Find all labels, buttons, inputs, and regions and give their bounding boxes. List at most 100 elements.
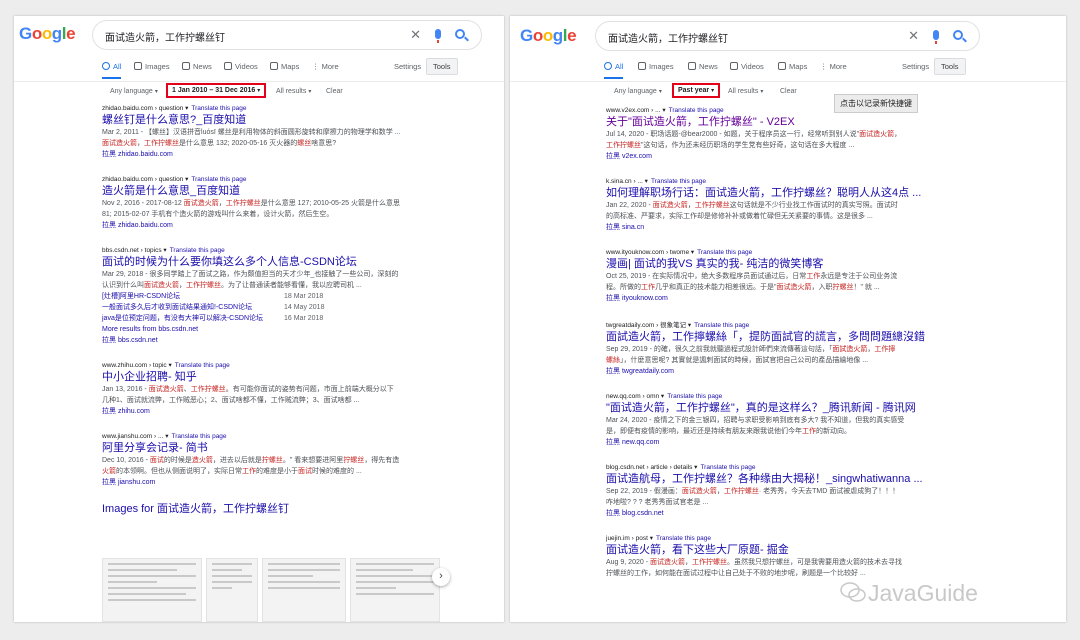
image-thumbnail[interactable] xyxy=(262,558,346,622)
block-site-link[interactable]: 拉黑 sina.cn xyxy=(606,222,946,233)
tools-button[interactable]: Tools xyxy=(426,58,458,75)
google-logo[interactable]: Google xyxy=(19,24,76,44)
sitelink[interactable]: [灶槽]阿里HR-CSDN论坛 xyxy=(102,293,180,300)
result-title[interactable]: 如何理解职场行话：面试造火箭，工作拧螺丝？聪明人从这4点 ... xyxy=(606,185,946,201)
clear-filters-link[interactable]: Clear xyxy=(780,88,797,95)
clear-filters-link[interactable]: Clear xyxy=(326,88,343,95)
more-results-link[interactable]: More results from bbs.csdn.net xyxy=(102,324,462,335)
sitelink[interactable]: 一般面试多久后才收到面试结果通知!-CSDN论坛 xyxy=(102,304,252,311)
result-title[interactable]: 面试造火箭，看下这些大厂原题- 掘金 xyxy=(606,542,946,558)
next-images-button[interactable]: › xyxy=(432,568,450,586)
tab-all[interactable]: All xyxy=(102,62,122,79)
dropdown-caret-icon[interactable]: ▾ xyxy=(686,322,691,329)
language-filter[interactable]: Any language ▾ xyxy=(110,88,158,95)
dropdown-caret-icon[interactable]: ▾ xyxy=(167,362,171,369)
results-filter[interactable]: All results ▾ xyxy=(728,88,763,95)
result-title[interactable]: 关于"面试造火箭，工作拧螺丝" - V2EX xyxy=(606,114,946,130)
image-thumbnail[interactable] xyxy=(206,558,258,622)
translate-link[interactable]: Translate this page xyxy=(697,249,752,256)
search-box[interactable]: 面试造火箭，工作拧螺丝钉 ✕ xyxy=(595,21,980,51)
image-thumbnail[interactable] xyxy=(102,558,202,622)
result-title[interactable]: 阿里分享会记录- 简书 xyxy=(102,440,462,456)
block-site-link[interactable]: 拉黑 zhihu.com xyxy=(102,406,462,417)
block-site-link[interactable]: 拉黑 ityouknow.com xyxy=(606,293,946,304)
block-site-link[interactable]: 拉黑 zhidao.baidu.com xyxy=(102,220,462,231)
google-logo[interactable]: Google xyxy=(520,26,577,46)
search-input[interactable]: 面试造火箭，工作拧螺丝钉 xyxy=(608,30,728,45)
tab-maps[interactable]: Maps xyxy=(270,62,299,71)
block-site-link[interactable]: 拉黑 zhidao.baidu.com xyxy=(102,149,462,160)
tab-all[interactable]: All xyxy=(604,62,624,79)
result-title[interactable]: "面试造火箭，工作拧螺丝"，真的是这样么？_腾讯新闻 - 腾讯网 xyxy=(606,400,946,416)
search-icon[interactable] xyxy=(455,29,465,39)
tab-news[interactable]: News xyxy=(688,62,718,71)
tab-images[interactable]: Images xyxy=(638,62,674,71)
right-screenshot-panel: Google 面试造火箭，工作拧螺丝钉 ✕ All Images News Vi… xyxy=(510,16,1066,622)
dropdown-caret-icon[interactable]: ▾ xyxy=(648,535,653,542)
translate-link[interactable]: Translate this page xyxy=(651,178,706,185)
snippet-text: 。虽然我只想拧螺丝，可是我需要用造火箭的技术去寻找 xyxy=(726,559,902,566)
block-site-link[interactable]: 拉黑 jianshu.com xyxy=(102,477,462,488)
block-site-link[interactable]: 拉黑 blog.csdn.net xyxy=(606,508,946,519)
block-site-link[interactable]: 拉黑 new.qq.com xyxy=(606,437,946,448)
translate-link[interactable]: Translate this page xyxy=(191,105,246,112)
translate-link[interactable]: Translate this page xyxy=(170,247,225,254)
dropdown-caret-icon[interactable]: ▾ xyxy=(689,249,694,256)
images-section-title[interactable]: Images for 面试造火箭，工作拧螺丝钉 xyxy=(102,500,462,516)
dropdown-caret-icon[interactable]: ▾ xyxy=(162,247,166,254)
time-range-filter[interactable]: Past year ▾ xyxy=(672,83,721,98)
result-title[interactable]: 螺丝钉是什么意思?_百度知道 xyxy=(102,112,462,128)
clear-search-icon[interactable]: ✕ xyxy=(908,28,919,44)
tab-more[interactable]: ⋮ More xyxy=(820,62,847,71)
snippet-text: 咋地啦? ? ? 老秀秀面试官老是 ... xyxy=(606,498,709,506)
search-icon[interactable] xyxy=(953,30,963,40)
language-filter[interactable]: Any language ▾ xyxy=(614,88,662,95)
tab-news[interactable]: News xyxy=(182,62,212,71)
snippet-text: 」，什麼意思呢? 其實就是諷刺面試的時候，面試官把自己公司的產品描繪地像 ... xyxy=(620,356,869,364)
result-title[interactable]: 面试的时候为什么要你填这么多个人信息-CSDN论坛 xyxy=(102,254,462,270)
tab-videos[interactable]: Videos xyxy=(224,62,258,71)
microphone-icon[interactable] xyxy=(933,30,939,44)
settings-link[interactable]: Settings xyxy=(902,62,929,71)
tools-button[interactable]: Tools xyxy=(934,58,966,75)
result-title[interactable]: 面试造航母，工作拧螺丝？各种缘由大揭秘！_singwhatiwanna ... xyxy=(606,471,946,487)
translate-link[interactable]: Translate this page xyxy=(694,322,749,329)
snippet-highlight: 面試造火箭 xyxy=(832,346,868,353)
translate-link[interactable]: Translate this page xyxy=(667,393,722,400)
translate-link[interactable]: Translate this page xyxy=(175,362,230,369)
dropdown-caret-icon[interactable]: ▾ xyxy=(183,176,188,183)
translate-link[interactable]: Translate this page xyxy=(656,535,711,542)
dropdown-caret-icon[interactable]: ▾ xyxy=(659,393,664,400)
search-input[interactable]: 面试造火箭，工作拧螺丝钉 xyxy=(105,29,225,44)
results-filter[interactable]: All results ▾ xyxy=(276,88,311,95)
result-title[interactable]: 造火箭是什么意思_百度知道 xyxy=(102,183,462,199)
microphone-icon[interactable] xyxy=(435,29,441,43)
dropdown-caret-icon[interactable]: ▾ xyxy=(643,178,648,185)
block-site-link[interactable]: 拉黑 twgreatdaily.com xyxy=(606,366,946,377)
sitelink[interactable]: java是位预定问题，有没有大神可以解决-CSDN论坛 xyxy=(102,315,263,322)
translate-link[interactable]: Translate this page xyxy=(700,464,755,471)
tab-images[interactable]: Images xyxy=(134,62,170,71)
settings-link[interactable]: Settings xyxy=(394,62,421,71)
dropdown-caret-icon[interactable]: ▾ xyxy=(183,105,188,112)
result-title[interactable]: 中小企业招聘- 知乎 xyxy=(102,369,462,385)
clear-search-icon[interactable]: ✕ xyxy=(410,27,421,43)
search-box[interactable]: 面试造火箭，工作拧螺丝钉 ✕ xyxy=(92,20,482,50)
image-thumbnail[interactable] xyxy=(350,558,440,622)
dropdown-caret-icon: ▾ xyxy=(308,89,312,95)
translate-link[interactable]: Translate this page xyxy=(172,433,227,440)
tab-maps[interactable]: Maps xyxy=(778,62,807,71)
translate-link[interactable]: Translate this page xyxy=(191,176,246,183)
dropdown-caret-icon[interactable]: ▾ xyxy=(692,464,697,471)
tab-more[interactable]: ⋮ More xyxy=(312,62,339,71)
block-site-link[interactable]: 拉黑 v2ex.com xyxy=(606,151,946,162)
translate-link[interactable]: Translate this page xyxy=(669,107,724,114)
time-range-filter[interactable]: 1 Jan 2010 – 31 Dec 2016 ▾ xyxy=(166,83,267,98)
dropdown-caret-icon[interactable]: ▾ xyxy=(163,433,168,440)
block-site-link[interactable]: 拉黑 bbs.csdn.net xyxy=(102,335,462,346)
tab-videos[interactable]: Videos xyxy=(730,62,764,71)
result-title[interactable]: 漫画| 面试的我VS 真实的我- 纯洁的微笑博客 xyxy=(606,256,946,272)
snippet-text: 的难度是小于 xyxy=(256,467,298,475)
result-title[interactable]: 面試造火箭，工作擰螺絲「，提防面試官的謊言，多問問題總沒錯 xyxy=(606,329,946,345)
dropdown-caret-icon[interactable]: ▾ xyxy=(661,107,665,114)
